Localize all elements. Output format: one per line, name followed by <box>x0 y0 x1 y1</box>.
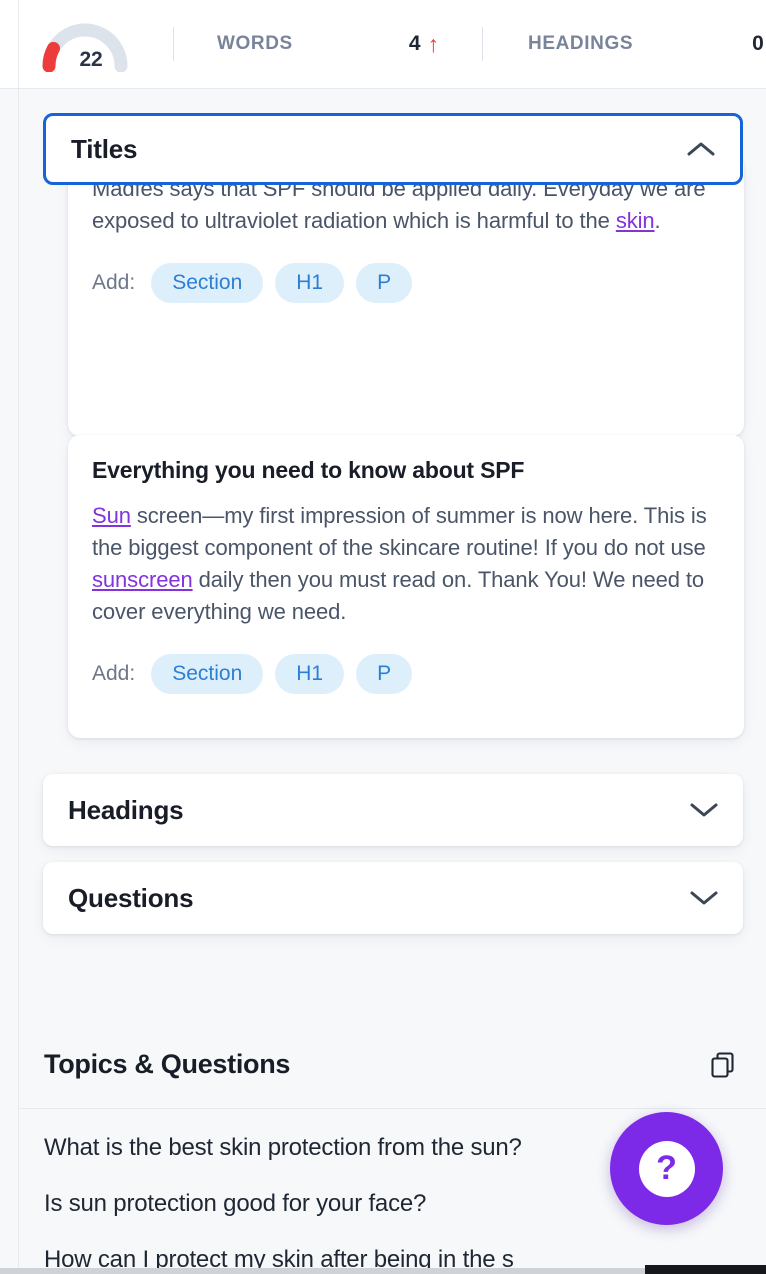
titles-scroll-region[interactable]: good habit to apply sunscreen every day?… <box>19 89 766 1020</box>
chevron-up-icon[interactable] <box>686 140 716 158</box>
accordion-titles[interactable]: Titles <box>43 113 743 185</box>
text-tail: . <box>654 208 661 233</box>
accordion-headings[interactable]: Headings <box>43 774 743 846</box>
header-left-divider <box>18 0 19 89</box>
add-section-chip[interactable]: Section <box>151 263 264 303</box>
title-card-text: Sun screen—my first impression of summer… <box>92 500 720 628</box>
trend-up-arrow-icon: ↑ <box>427 30 440 57</box>
accordion-headings-label: Headings <box>68 794 184 825</box>
window-bottom-edge <box>0 1268 645 1274</box>
metrics-header: 22 WORDS 4 ↑ HEADINGS 0 ↑ <box>0 0 766 89</box>
metric-headings-label: HEADINGS <box>528 33 634 54</box>
seo-assistant-panel: 22 WORDS 4 ↑ HEADINGS 0 ↑ good habit to … <box>0 0 766 1274</box>
keyword-link[interactable]: sunscreen <box>92 567 193 592</box>
add-section-chip[interactable]: Section <box>151 654 264 694</box>
text-mid-1: screen—my first impression of summer is … <box>92 503 707 560</box>
add-p-chip[interactable]: P <box>356 263 413 303</box>
add-label: Add: <box>92 271 136 294</box>
window-corner-chrome <box>645 1265 766 1274</box>
title-suggestion-card[interactable]: Everything you need to know about SPF Su… <box>68 435 744 738</box>
title-suggestion-card[interactable]: good habit to apply sunscreen every day?… <box>68 155 744 436</box>
chevron-down-icon[interactable] <box>689 801 719 819</box>
metric-words: WORDS 4 ↑ <box>217 32 439 56</box>
accordion-questions-label: Questions <box>68 882 194 913</box>
topics-questions-title: Topics & Questions <box>44 1048 291 1079</box>
content-score-gauge: 22 <box>37 16 133 72</box>
header-divider-1 <box>173 27 174 61</box>
accordion-questions[interactable]: Questions <box>43 862 743 934</box>
keyword-link[interactable]: skin <box>616 208 655 233</box>
question-mark-icon: ? <box>656 1148 677 1187</box>
title-card-heading: Everything you need to know about SPF <box>92 457 525 483</box>
add-h1-chip[interactable]: H1 <box>275 654 345 694</box>
chevron-down-icon[interactable] <box>689 889 719 907</box>
accordion-titles-label: Titles <box>71 133 138 164</box>
help-button-inner: ? <box>638 1140 695 1197</box>
panel-body: good habit to apply sunscreen every day?… <box>0 89 766 1274</box>
add-h1-chip[interactable]: H1 <box>275 263 345 303</box>
gauge-score-value: 22 <box>79 48 103 71</box>
header-divider-2 <box>482 27 484 61</box>
metric-headings: HEADINGS 0 ↑ <box>528 32 766 56</box>
add-label: Add: <box>92 662 136 685</box>
metric-headings-value: 0 <box>752 32 764 55</box>
help-button[interactable]: ? <box>610 1112 723 1225</box>
keyword-link[interactable]: Sun <box>92 503 131 528</box>
add-actions-row: Add: Section H1 P <box>92 654 720 694</box>
add-p-chip[interactable]: P <box>356 654 413 694</box>
copy-icon[interactable] <box>709 1050 737 1078</box>
metric-words-value: 4 <box>408 32 421 55</box>
metric-words-label: WORDS <box>217 33 293 54</box>
add-actions-row: Add: Section H1 P <box>92 263 720 303</box>
topics-questions-header: Topics & Questions <box>19 1020 766 1109</box>
